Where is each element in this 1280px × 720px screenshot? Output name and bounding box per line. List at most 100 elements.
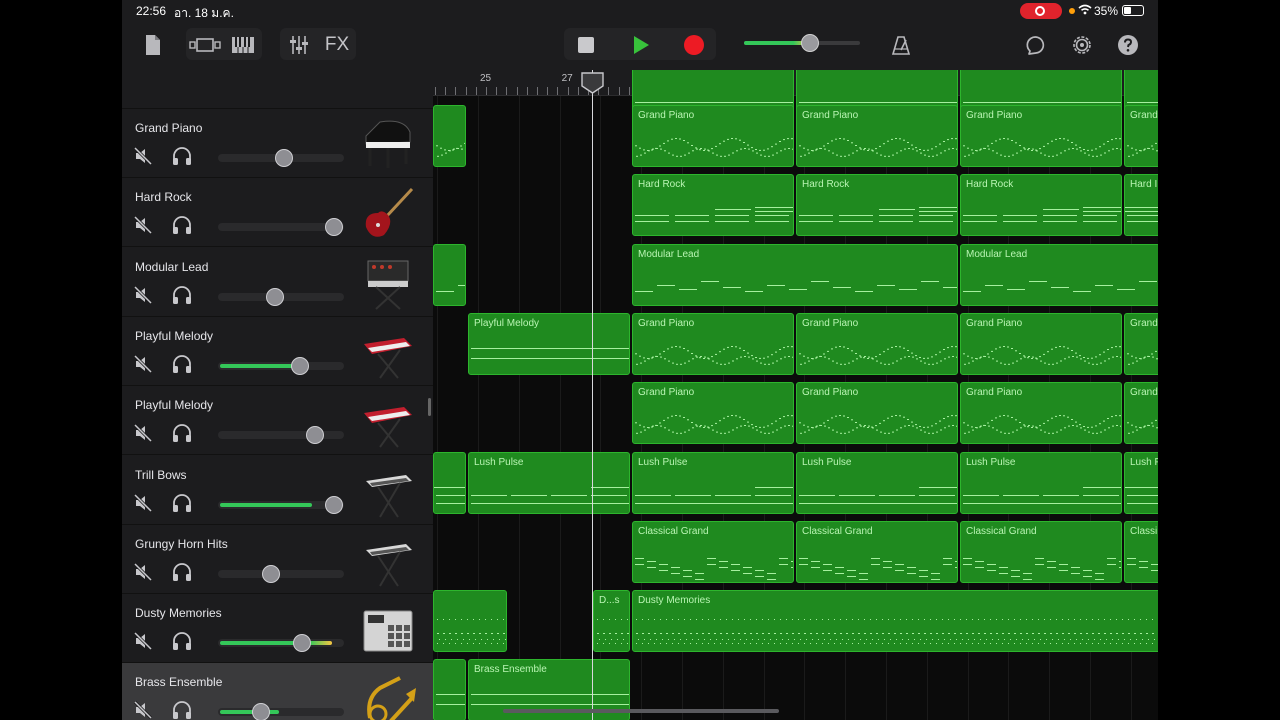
- track-header[interactable]: Dusty Memories: [122, 594, 433, 664]
- region[interactable]: Grand Piano: [632, 105, 794, 167]
- region[interactable]: Grand Piano: [796, 382, 958, 445]
- stop-button[interactable]: [570, 30, 602, 60]
- electric-guitar-icon[interactable]: [360, 183, 416, 243]
- solo-button[interactable]: [171, 285, 193, 305]
- region[interactable]: Grand Piano: [960, 105, 1122, 167]
- track-volume-knob[interactable]: [324, 495, 343, 514]
- track-volume-knob[interactable]: [251, 703, 270, 720]
- region[interactable]: [433, 659, 466, 720]
- mute-button[interactable]: [133, 354, 153, 373]
- region[interactable]: [433, 243, 466, 306]
- mute-button[interactable]: [133, 216, 153, 235]
- region[interactable]: Classical Grand: [960, 520, 1122, 583]
- metronome-button[interactable]: [888, 30, 914, 60]
- solo-button[interactable]: [171, 631, 193, 651]
- track-volume-knob[interactable]: [324, 218, 343, 237]
- track-volume-knob[interactable]: [293, 634, 312, 653]
- region[interactable]: Grand Piano: [796, 105, 958, 167]
- mute-button[interactable]: [133, 424, 153, 443]
- region[interactable]: Grand: [1124, 312, 1158, 375]
- solo-button[interactable]: [171, 423, 193, 443]
- screen-recording-indicator[interactable]: [1020, 3, 1062, 19]
- solo-button[interactable]: [171, 354, 193, 374]
- track-volume-slider[interactable]: [218, 564, 344, 583]
- master-volume-slider[interactable]: [744, 34, 860, 52]
- track-volume-slider[interactable]: [218, 287, 344, 306]
- region[interactable]: [433, 590, 507, 653]
- track-volume-knob[interactable]: [261, 564, 280, 583]
- region[interactable]: D...s: [593, 590, 630, 653]
- track-volume-slider[interactable]: [218, 356, 344, 375]
- region[interactable]: Grand Piano: [960, 312, 1122, 375]
- region[interactable]: Hard Rock: [796, 174, 958, 237]
- solo-button[interactable]: [171, 146, 193, 166]
- track-header[interactable]: Modular Lead: [122, 248, 433, 317]
- track-volume-slider[interactable]: [218, 634, 344, 653]
- grand-piano-icon[interactable]: [360, 114, 416, 174]
- region[interactable]: Modular Lead: [960, 243, 1158, 306]
- region[interactable]: Lush Pulse: [468, 451, 630, 514]
- master-volume-knob[interactable]: [801, 34, 820, 52]
- track-volume-slider[interactable]: [218, 703, 344, 720]
- my-songs-button[interactable]: [140, 30, 166, 60]
- mute-button[interactable]: [133, 146, 153, 166]
- horizontal-scrollbar[interactable]: [503, 709, 779, 713]
- region[interactable]: Lush Pulse: [960, 451, 1122, 514]
- tracks-view-button[interactable]: [188, 30, 222, 60]
- track-volume-slider[interactable]: [218, 426, 344, 445]
- track-header[interactable]: Grand Piano: [122, 109, 433, 178]
- drum-machine-icon[interactable]: [360, 599, 416, 659]
- region[interactable]: Classi: [1124, 520, 1158, 583]
- mute-button[interactable]: [133, 493, 153, 512]
- track-volume-slider[interactable]: [218, 495, 344, 514]
- region[interactable]: Classical Grand: [632, 520, 794, 583]
- record-button[interactable]: [678, 30, 710, 60]
- fx-button[interactable]: FX: [320, 30, 354, 60]
- region[interactable]: Grand Piano: [960, 382, 1122, 445]
- playhead-handle[interactable]: [581, 72, 604, 94]
- mute-button[interactable]: [133, 285, 153, 304]
- region[interactable]: Dusty Memories: [632, 590, 1158, 653]
- region[interactable]: Grand Piano: [632, 382, 794, 445]
- region[interactable]: Lush Pulse: [796, 451, 958, 514]
- track-volume-slider[interactable]: [218, 218, 344, 237]
- mute-button[interactable]: [133, 701, 153, 720]
- region[interactable]: Grand Piano: [796, 312, 958, 375]
- region[interactable]: Hard I: [1124, 174, 1158, 237]
- keyboard-stand-icon[interactable]: [360, 530, 416, 590]
- track-volume-knob[interactable]: [306, 426, 325, 445]
- region[interactable]: Modular Lead: [632, 243, 958, 306]
- region[interactable]: [433, 105, 466, 167]
- track-header[interactable]: Trill Bows: [122, 456, 433, 525]
- region[interactable]: Lush P: [1124, 451, 1158, 514]
- keyboard-stand-icon[interactable]: [360, 461, 416, 521]
- solo-button[interactable]: [171, 562, 193, 582]
- track-volume-knob[interactable]: [265, 287, 284, 306]
- track-header[interactable]: Hard Rock: [122, 178, 433, 248]
- brass-icon[interactable]: [360, 668, 416, 720]
- region[interactable]: Grand Piano: [632, 312, 794, 375]
- track-volume-knob[interactable]: [290, 356, 309, 375]
- help-button[interactable]: [1114, 30, 1142, 60]
- region[interactable]: Grand: [1124, 382, 1158, 445]
- browser-button[interactable]: [228, 30, 258, 60]
- track-list-scroll-indicator[interactable]: [428, 398, 431, 416]
- solo-button[interactable]: [171, 700, 193, 720]
- red-keyboard-icon[interactable]: [360, 391, 416, 451]
- track-header[interactable]: Grungy Horn Hits: [122, 525, 433, 594]
- mute-button[interactable]: [133, 562, 153, 581]
- track-volume-slider[interactable]: [218, 149, 344, 167]
- region[interactable]: Classical Grand: [796, 520, 958, 583]
- red-keyboard-icon[interactable]: [360, 322, 416, 382]
- track-header[interactable]: Brass Ensemble: [122, 663, 433, 720]
- solo-button[interactable]: [171, 493, 193, 513]
- track-header[interactable]: Playful Melody: [122, 386, 433, 456]
- region[interactable]: Hard Rock: [632, 174, 794, 237]
- region[interactable]: Hard Rock: [960, 174, 1122, 237]
- region[interactable]: Grand: [1124, 105, 1158, 167]
- loop-browser-button[interactable]: [1022, 30, 1050, 60]
- play-button[interactable]: [624, 30, 658, 60]
- region[interactable]: Playful Melody: [468, 312, 630, 375]
- region[interactable]: Lush Pulse: [632, 451, 794, 514]
- track-volume-knob[interactable]: [274, 149, 293, 167]
